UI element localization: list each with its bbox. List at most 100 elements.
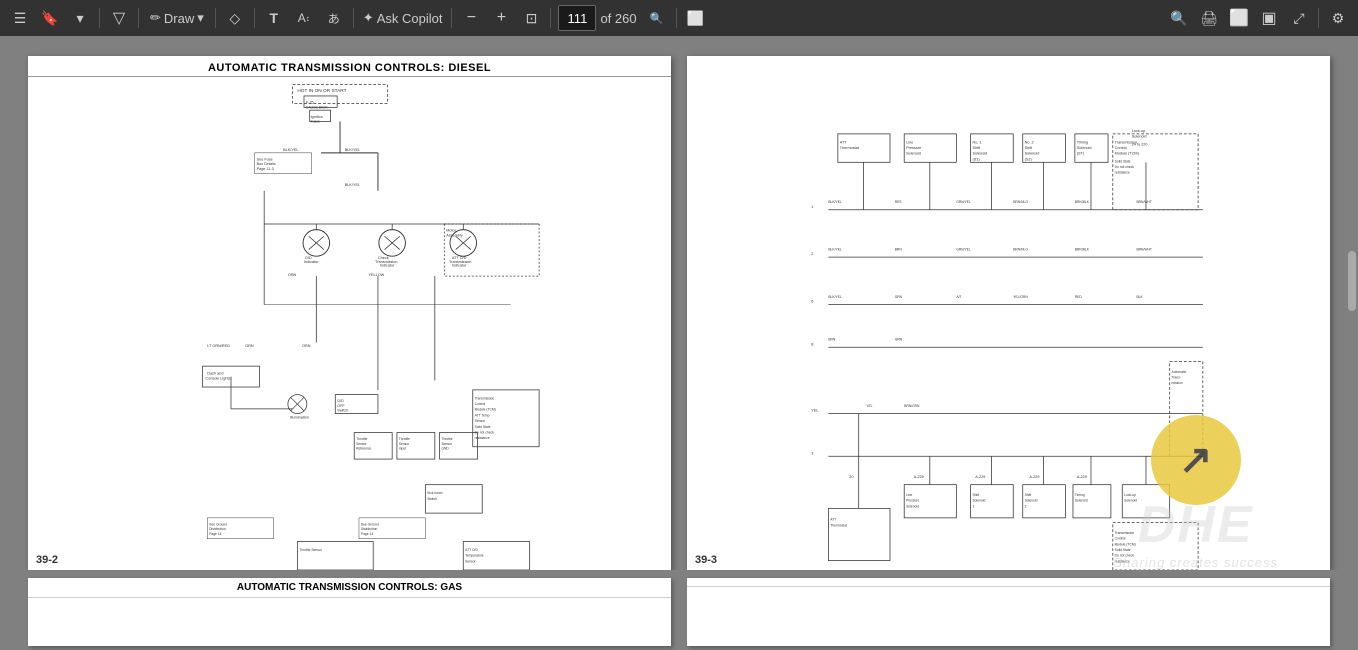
svg-text:BLK/YEL: BLK/YEL (283, 148, 298, 152)
ask-copilot-button[interactable]: ✦ Ask Copilot (359, 4, 447, 32)
toolbar-right-group: 🔍 🖨 ⬜ ▣ ⤢ ⚙ (1165, 4, 1352, 32)
print-button[interactable]: 🖨 (1195, 4, 1223, 32)
svg-text:O/D: O/D (337, 399, 344, 403)
svg-text:Distribution: Distribution (209, 527, 226, 531)
svg-text:YEL: YEL (811, 409, 818, 413)
separator-7 (550, 8, 551, 28)
svg-text:GRN: GRN (245, 344, 254, 348)
svg-text:RES: RES (895, 200, 903, 204)
text-button[interactable]: T (260, 4, 288, 32)
svg-text:BRN: BRN (828, 338, 836, 342)
zoom-in-button[interactable]: + (487, 4, 515, 32)
svg-text:GAUGE BACK: GAUGE BACK (306, 105, 329, 109)
page-number-input[interactable] (558, 5, 596, 31)
separator-5 (353, 8, 354, 28)
svg-text:Solid State: Solid State (475, 425, 491, 429)
svg-text:BLK/YEL: BLK/YEL (828, 247, 842, 251)
fit-page-button[interactable]: ⊡ (517, 4, 545, 32)
svg-text:Timing: Timing (1075, 493, 1085, 497)
svg-text:No. 1: No. 1 (972, 140, 981, 144)
svg-text:Pressure: Pressure (906, 499, 919, 503)
svg-text:GRN: GRN (895, 295, 903, 299)
page-39-2-content[interactable]: HOT IN ON OR START F-25 GAUGE BACK Ignit… (28, 77, 671, 570)
svg-text:Solenoid: Solenoid (1132, 135, 1147, 139)
svg-text:Thermostat: Thermostat (830, 523, 847, 527)
az-button[interactable]: あ (320, 4, 348, 32)
svg-text:Thermostat: Thermostat (840, 146, 860, 150)
svg-text:Control: Control (1115, 146, 1127, 150)
svg-text:A/T: A/T (956, 295, 961, 299)
svg-text:A-229: A-229 (975, 475, 985, 479)
svg-text:Transmission: Transmission (1115, 531, 1135, 535)
svg-text:Solenoid: Solenoid (972, 152, 987, 156)
bookmark-button[interactable]: 🔖 (36, 4, 64, 32)
save-button[interactable]: ▣ (1255, 4, 1283, 32)
svg-text:Module (TCM): Module (TCM) (1115, 542, 1136, 546)
svg-text:YEL: YEL (866, 404, 872, 408)
draw-button[interactable]: ✏ Draw ▾ (144, 4, 210, 32)
svg-text:BRN/NLG: BRN/NLG (1013, 200, 1028, 204)
two-page-view-button[interactable]: ⬜ (682, 4, 710, 32)
svg-text:ATT O/D: ATT O/D (465, 548, 478, 552)
svg-text:YELLOW: YELLOW (368, 273, 384, 277)
svg-text:OFF: OFF (337, 404, 345, 408)
svg-text:A-229: A-229 (1029, 475, 1039, 479)
svg-text:Sensor: Sensor (465, 559, 476, 563)
svg-text:Automatic: Automatic (1172, 370, 1187, 374)
svg-text:Fuses: Fuses (311, 120, 320, 124)
svg-text:Line: Line (906, 493, 912, 497)
zoom-out-button[interactable]: − (457, 4, 485, 32)
svg-text:BLK/YEL: BLK/YEL (828, 200, 842, 204)
svg-text:Shift: Shift (972, 493, 979, 497)
font-size-button[interactable]: A↕ (290, 4, 318, 32)
svg-text:Page 11-3: Page 11-3 (257, 167, 274, 171)
svg-text:Switch: Switch (337, 409, 348, 413)
svg-text:Distribution: Distribution (361, 527, 378, 531)
svg-text:6: 6 (811, 300, 813, 304)
svg-text:Dash and: Dash and (207, 372, 223, 376)
svg-text:BLK/YEL: BLK/YEL (828, 295, 842, 299)
svg-text:BLK: BLK (1136, 295, 1143, 299)
hamburger-button[interactable]: ☰ (6, 4, 34, 32)
svg-text:BRN/WHT: BRN/WHT (1136, 200, 1151, 204)
svg-text:Control: Control (475, 402, 486, 406)
search-button[interactable]: 🔍 (1165, 4, 1193, 32)
scrollbar[interactable] (1348, 251, 1356, 311)
svg-text:Shift: Shift (1025, 493, 1032, 497)
svg-text:See Ground: See Ground (209, 522, 227, 526)
bottom-page-right (687, 578, 1330, 646)
svg-text:mission: mission (1172, 381, 1183, 385)
svg-text:ATT Temp: ATT Temp (475, 413, 490, 417)
zoom-level-button[interactable]: 🔍 (643, 4, 671, 32)
separator-3 (215, 8, 216, 28)
svg-text:Kick-down: Kick-down (427, 491, 442, 495)
filter-button[interactable]: ▽ (105, 4, 133, 32)
ask-copilot-label: Ask Copilot (377, 11, 443, 26)
svg-text:Solid State: Solid State (1115, 548, 1131, 552)
bookmark-chevron-button[interactable]: ▾ (66, 4, 94, 32)
settings-button[interactable]: ⚙ (1324, 4, 1352, 32)
svg-text:See Ground: See Ground (361, 522, 379, 526)
svg-text:Throttle Sensor: Throttle Sensor (299, 548, 322, 552)
svg-text:Ignition: Ignition (311, 115, 323, 119)
svg-text:Do not check: Do not check (1115, 165, 1135, 169)
svg-text:Assembly: Assembly (446, 233, 462, 237)
svg-text:See Fuse: See Fuse (257, 157, 273, 161)
svg-text:Sensor: Sensor (475, 419, 486, 423)
expand-button[interactable]: ⤢ (1285, 4, 1313, 32)
diamond-button[interactable]: ◇ (221, 4, 249, 32)
svg-text:GND: GND (441, 447, 449, 451)
svg-text:8: 8 (811, 342, 813, 346)
share-button[interactable]: ⬜ (1225, 4, 1253, 32)
separator-1 (99, 8, 100, 28)
svg-text:Illumination: Illumination (290, 415, 309, 419)
toolbar: ☰ 🔖 ▾ ▽ ✏ Draw ▾ ◇ T A↕ あ ✦ Ask Copilot … (0, 0, 1358, 36)
svg-text:BRN: BRN (895, 247, 903, 251)
svg-text:Console Lights: Console Lights (205, 376, 230, 380)
svg-text:GRN: GRN (895, 338, 903, 342)
page-39-3-content[interactable]: Transmission Control Module (TCM) Solid … (687, 77, 1330, 570)
svg-text:resistance: resistance (1115, 171, 1130, 175)
svg-text:Solenoid: Solenoid (1075, 499, 1088, 503)
page-39-2: AUTOMATIC TRANSMISSION CONTROLS: DIESEL … (28, 56, 671, 570)
separator-8 (676, 8, 677, 28)
